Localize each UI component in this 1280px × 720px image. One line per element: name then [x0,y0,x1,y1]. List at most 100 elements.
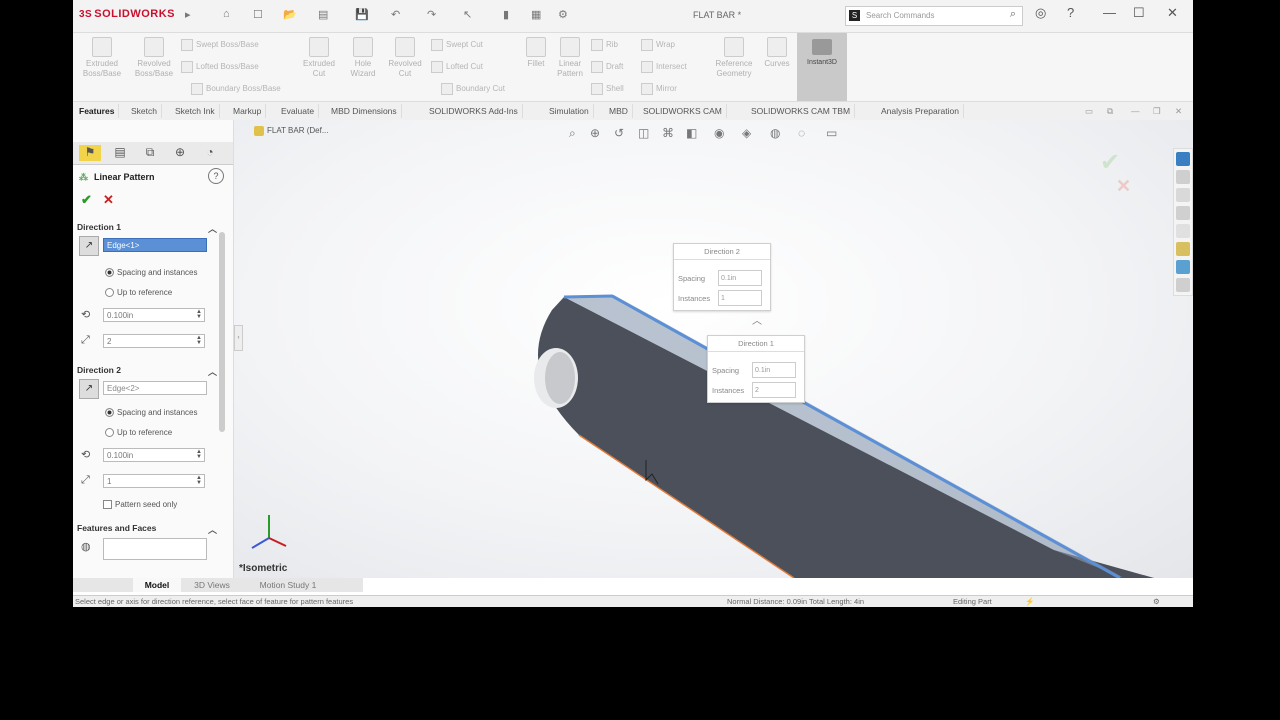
open-document-icon[interactable]: 📂 [283,8,297,21]
wrap-button[interactable]: Wrap [641,39,675,51]
collapse-chevron-icon[interactable]: ︿ [208,523,217,536]
tab-sketch-ink[interactable]: Sketch Ink [171,104,220,118]
ok-checkmark-icon[interactable]: ✔ [81,192,92,208]
configuration-manager-tab-icon[interactable]: ⧉ [139,145,161,161]
tab-analysis-preparation[interactable]: Analysis Preparation [877,104,964,118]
select-arrow-icon[interactable]: ↖ [463,8,472,21]
confirm-corner-check-icon[interactable]: ✔ [1100,148,1120,177]
spinner-icon[interactable]: ▲ ▼ [195,309,203,320]
help-icon[interactable]: ? [208,168,224,184]
spinner-icon[interactable]: ▲ ▼ [195,475,203,486]
tab-mbd-dimensions[interactable]: MBD Dimensions [327,104,402,118]
instant3d-button[interactable]: Instant3D [797,33,847,101]
view-orientation-icon[interactable]: ◧ [686,126,697,140]
dimxpert-tab-icon[interactable]: ⊕ [169,145,191,161]
pattern-seed-only-checkbox[interactable]: Pattern seed only [103,500,177,510]
tab-mbd[interactable]: MBD [605,104,633,118]
doc-minimize-icon[interactable]: — [1127,104,1144,118]
doc-close-icon[interactable]: ✕ [1171,104,1186,118]
direction2-instances-field[interactable]: 1 ▲ ▼ [103,474,205,488]
extruded-boss-button[interactable]: Extruded Boss/Base [77,37,127,79]
collapse-chevron-icon[interactable]: ︿ [208,222,217,235]
tab-solidworks-cam-tbm[interactable]: SOLIDWORKS CAM TBM [747,104,856,118]
boundary-cut-button[interactable]: Boundary Cut [441,83,505,95]
expand-menu-icon[interactable]: ▸ [185,8,191,21]
new-document-icon[interactable]: ☐ [253,8,263,21]
panel-collapse-handle[interactable]: ‹ [234,325,243,351]
callout-instances-field[interactable]: 2 [752,382,796,398]
search-commands-field[interactable]: S Search Commands ⌕ [845,6,1023,26]
draft-button[interactable]: Draft [591,61,623,73]
close-window-icon[interactable]: ✕ [1167,5,1178,21]
units-icon[interactable]: ⚙ [1153,596,1160,607]
callout-spacing-field[interactable]: 0.1in [718,270,762,286]
lofted-cut-button[interactable]: Lofted Cut [431,61,483,73]
design-library-icon[interactable] [1176,188,1190,202]
help-menu-icon[interactable]: ? [1067,5,1074,20]
lofted-boss-button[interactable]: Lofted Boss/Base [181,61,259,73]
revolved-boss-button[interactable]: Revolved Boss/Base [129,37,179,79]
direction1-spacing-radio[interactable]: Spacing and instances [105,268,198,278]
maximize-icon[interactable]: ☐ [1133,5,1145,21]
file-properties-icon[interactable]: ▦ [531,8,541,21]
direction2-spacing-radio[interactable]: Spacing and instances [105,408,198,418]
tab-nav-arrows[interactable] [73,578,131,592]
zoom-to-fit-icon[interactable]: ⌕ [569,126,576,141]
display-style-icon[interactable]: ◉ [714,126,724,140]
graphics-area[interactable]: FLAT BAR (Def... ⌕ ⊕ ↺ ◫ ⌘ ◧ ◉ ◈ ◍ ◌ ▭ ✔… [234,120,1193,578]
tab-features[interactable]: Features [75,104,120,118]
direction1-header[interactable]: Direction 1 ︿ [77,222,217,235]
shell-button[interactable]: Shell [591,83,624,95]
undo-icon[interactable]: ↶ [391,8,400,21]
intersect-button[interactable]: Intersect [641,61,687,73]
zoom-to-area-icon[interactable]: ⊕ [590,126,600,140]
tab-markup[interactable]: Markup [229,104,267,118]
custom-properties-icon[interactable] [1176,260,1190,274]
direction2-header[interactable]: Direction 2 ︿ [77,365,217,377]
solidworks-resources-icon[interactable] [1176,152,1190,166]
tile-windows-icon[interactable]: ▭ [1081,104,1097,118]
confirm-corner-cancel-icon[interactable]: ✕ [1116,176,1131,197]
hole-wizard-button[interactable]: Hole Wizard [343,37,383,79]
reference-geometry-button[interactable]: Reference Geometry [709,37,759,79]
feature-manager-tab-icon[interactable]: ⚑ [79,145,101,161]
spinner-icon[interactable]: ▲ ▼ [195,449,203,460]
home-pane-icon[interactable] [1176,170,1190,184]
rib-button[interactable]: Rib [591,39,618,51]
linear-pattern-button[interactable]: Linear Pattern [553,37,587,79]
direction1-instances-field[interactable]: 2 ▲ ▼ [103,334,205,348]
section-view-icon[interactable]: ◫ [638,126,649,140]
direction1-upto-radio[interactable]: Up to reference [105,288,172,298]
hide-show-items-icon[interactable]: ◈ [742,126,751,140]
callout-instances-field[interactable]: 1 [718,290,762,306]
search-icon[interactable]: ⌕ [1010,8,1016,21]
swept-cut-button[interactable]: Swept Cut [431,39,483,51]
direction2-spacing-field[interactable]: 0.100in ▲ ▼ [103,448,205,462]
solidworks-logo[interactable]: 3S SOLIDWORKS [79,8,175,20]
display-manager-tab-icon[interactable]: ◔ [199,145,221,161]
direction1-edge-selection[interactable]: Edge<1> [103,238,207,252]
extruded-cut-button[interactable]: Extruded Cut [299,37,339,79]
doc-restore-icon[interactable]: ❐ [1149,104,1165,118]
direction1-callout[interactable]: Direction 1 Spacing 0.1in Instances 2 [707,335,805,403]
direction1-spacing-field[interactable]: 0.100in ▲ ▼ [103,308,205,322]
minimize-icon[interactable]: — [1103,5,1116,20]
cascade-icon[interactable]: ⧉ [1103,104,1117,118]
mirror-button[interactable]: Mirror [641,83,677,95]
tab-model[interactable]: Model [133,578,181,592]
save-icon[interactable]: 💾 [355,8,369,21]
cancel-x-icon[interactable]: ✕ [103,192,114,208]
features-selection-box[interactable] [103,538,207,560]
options-icon[interactable]: ⚙ [558,8,568,21]
features-faces-header[interactable]: Features and Faces ︿ [77,523,217,536]
tab-evaluate[interactable]: Evaluate [277,104,320,118]
file-explorer-icon[interactable] [1176,206,1190,220]
dynamic-annotation-icon[interactable]: ⌘ [662,126,674,140]
spinner-icon[interactable]: ▲ ▼ [195,335,203,346]
swept-boss-button[interactable]: Swept Boss/Base [181,39,259,51]
home-icon[interactable]: ⌂ [223,8,230,20]
direction2-callout[interactable]: Direction 2 Spacing 0.1in Instances 1 [673,243,771,311]
appearances-icon[interactable] [1176,242,1190,256]
callout-collapse-icon[interactable]: ︿ [752,312,762,327]
direction2-upto-radio[interactable]: Up to reference [105,428,172,438]
